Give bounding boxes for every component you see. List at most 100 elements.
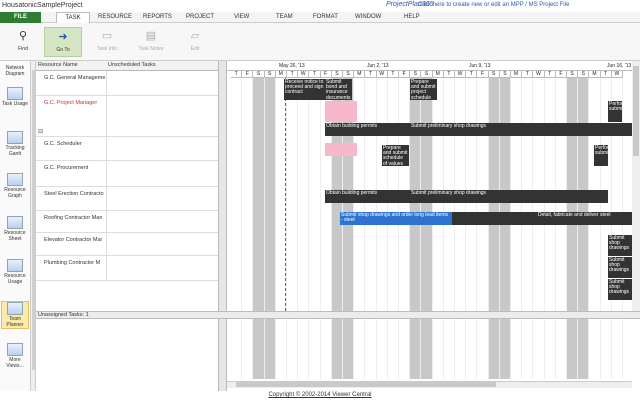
task-bar[interactable]: Perform submittals [594,145,608,166]
column-divider [106,256,107,280]
view-tracking-gantt[interactable]: Tracking Gantt [1,131,29,157]
expand-icon[interactable]: ⊟ [38,128,43,135]
day-column [545,319,556,379]
column-divider [106,187,107,210]
table-row[interactable]: G.C. Procurement [36,161,218,187]
tab-help[interactable]: HELP [404,14,420,20]
tab-window[interactable]: WINDOW [355,14,381,20]
day-column [276,319,287,379]
day-column [321,319,332,379]
day-column [242,319,254,379]
task-bar[interactable]: Submit shop drawings [608,257,632,278]
unassigned-timeline [227,319,632,379]
day-column [309,319,321,379]
table-row[interactable]: Plumbing Contractor M [36,256,218,281]
table-row[interactable]: G.C. Scheduler [36,137,218,161]
column-divider [106,233,107,255]
table-row[interactable]: Roofing Contractor Man [36,211,218,233]
day-column [477,319,489,379]
weekend-column [567,319,579,379]
task-bar[interactable]: Prepare and submit schedule of values [382,145,409,166]
view-resource-sheet[interactable]: Resource Sheet [1,216,29,242]
table-row[interactable]: Elevator Contractor Mar [36,233,218,256]
menu-bar: FILE TASK RESOURCE REPORTS PROJECT VIEW … [0,12,640,23]
grid-header: Resource Name Unscheduled Tasks [36,61,218,71]
weekend-column [410,319,422,379]
resource-name-cell: Elevator Contractor Mar [44,237,103,243]
view-label: Network Diagram [5,65,25,77]
go-to-button[interactable]: ➜ Go To [44,27,82,57]
tab-task[interactable]: TASK [56,12,90,23]
view-task-usage[interactable]: Task Usage [1,87,29,107]
chart-vscroll-thumb[interactable] [633,66,639,156]
task-bar[interactable]: Obtain building permits [325,123,410,136]
day-column [533,319,545,379]
task-bar[interactable] [325,101,357,122]
find-button[interactable]: ⚲ Find [4,27,42,57]
day-column [466,319,478,379]
weekend-column [421,319,433,379]
column-divider [106,137,107,160]
column-divider [106,96,107,136]
task-notes-label: Task Notes [138,46,164,52]
task-usage-icon [7,87,23,100]
task-bar[interactable] [325,143,357,156]
col-unscheduled-tasks[interactable]: Unscheduled Tasks [108,62,156,68]
pane-splitter[interactable] [218,61,227,391]
task-info-button[interactable]: ▭ Task Info [88,27,126,57]
task-bar[interactable]: Submit shop drawings [608,279,632,300]
task-bar[interactable]: Submit shop drawings [608,235,632,256]
arrow-right-icon: ➜ [58,31,68,43]
col-resource-name[interactable]: Resource Name [38,62,78,68]
title-bar: HousatonicSampleProject ProjectPlan365 C… [0,0,640,12]
task-bar[interactable]: Submit preliminary shop drawings [410,123,632,136]
day-column [444,319,455,379]
resource-name-cell: Plumbing Contractor M [44,260,101,266]
view-team-planner[interactable]: Team Planner [1,301,29,329]
task-notes-button[interactable]: ▤ Task Notes [132,27,170,57]
day-column [231,319,243,379]
copyright-footer[interactable]: Copyright © 2002-2014 Viewer Central [0,390,640,400]
view-resource-graph[interactable]: Resource Graph [1,173,29,199]
task-bar[interactable]: Obtain building permits [325,190,410,203]
unassigned-tasks-bar[interactable]: Unassigned Tasks: 1 [36,311,640,319]
app-title: HousatonicSampleProject [2,2,83,9]
tab-reports[interactable]: REPORTS [143,14,172,20]
promo-link[interactable]: Click here to create new or edit an MPP … [418,2,569,8]
day-column [589,319,601,379]
task-bar[interactable]: Receive notice to proceed and sign contr… [284,79,325,100]
sidebar-scroll-thumb[interactable] [32,70,35,370]
tab-resource[interactable]: RESOURCE [98,14,132,20]
tab-view[interactable]: VIEW [234,14,249,20]
view-label: Resource Usage [4,273,26,285]
task-bar[interactable]: Prepare and submit project schedule [410,79,437,100]
view-resource-usage[interactable]: Resource Usage [1,259,29,285]
file-tab[interactable]: FILE [0,12,41,23]
tracking-gantt-icon [7,131,23,144]
view-label: Task Usage [1,101,29,107]
task-bar[interactable] [452,212,537,225]
table-row[interactable]: G.C. General Manageme [36,71,218,96]
table-row[interactable]: G.C. Project Manager [36,96,218,137]
task-bar[interactable]: Detail, fabricate and deliver steel [537,212,632,225]
edit-button[interactable]: ▱ Edit [176,27,214,57]
column-divider [106,71,107,95]
tab-format[interactable]: FORMAT [313,14,338,20]
day-column [354,319,366,379]
find-label: Find [18,46,28,52]
resource-name-cell: Roofing Contractor Man [44,215,103,221]
edit-label: Edit [190,46,200,52]
tab-team[interactable]: TEAM [276,14,293,20]
task-bar[interactable]: Submit preliminary shop drawings [410,190,608,203]
view-network-diagram[interactable]: Network Diagram [1,65,29,77]
chart-hscroll-thumb[interactable] [236,382,496,387]
day-column [287,319,299,379]
task-bar[interactable]: Perform submittals [608,101,622,122]
task-info-label: Task Info [96,46,117,52]
tab-project[interactable]: PROJECT [186,14,214,20]
task-bar[interactable]: Submit shop drawings and order long lead… [340,212,452,225]
task-bar[interactable]: Submit bond and insurance documents [325,79,352,100]
table-row[interactable]: Steel Erection Contracto [36,187,218,211]
view-more-views[interactable]: More Views... [1,343,29,369]
weekend-column [488,319,500,379]
